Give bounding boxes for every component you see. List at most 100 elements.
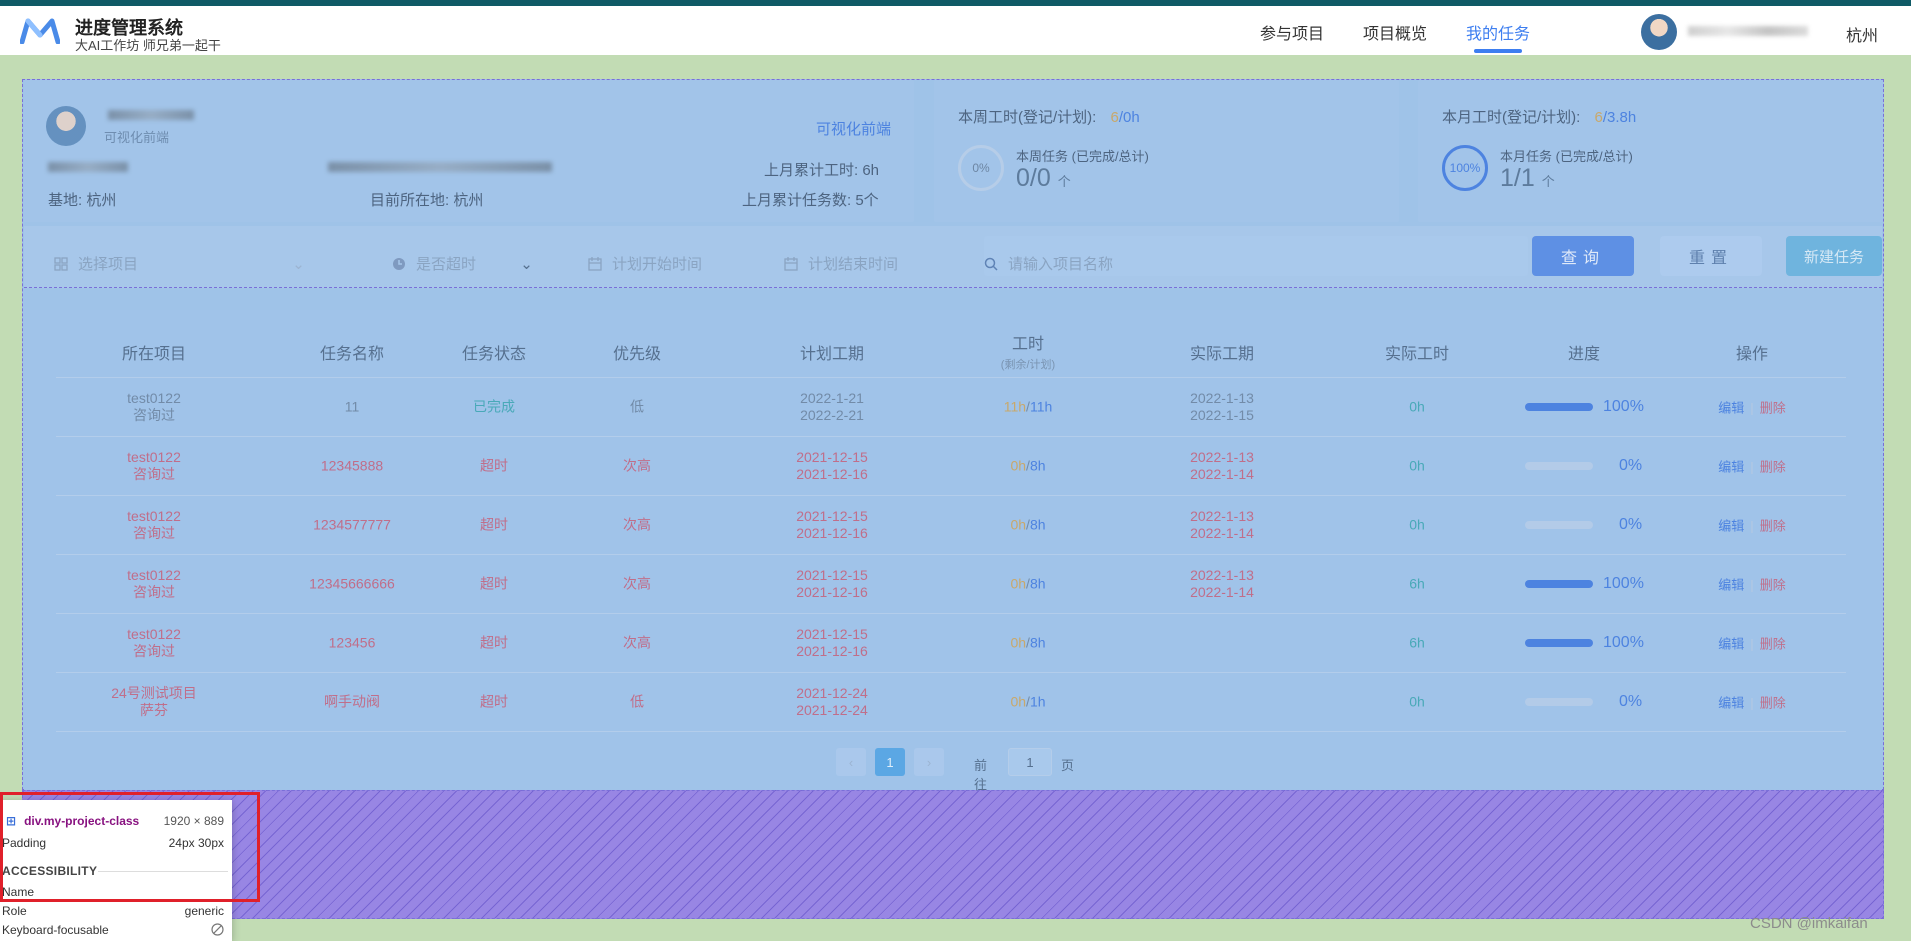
col-header-hours-sub: (剩余/计划) [1000, 359, 1056, 371]
nav-project-overview[interactable]: 项目概览 [1363, 20, 1427, 44]
progress-percent: 0% [1619, 516, 1643, 533]
cell-task-name: 1234577777 [313, 516, 391, 533]
edit-link[interactable]: 编辑 [1718, 519, 1744, 534]
profile-id-blurred [48, 162, 128, 172]
profile-role-link[interactable]: 可视化前端 [816, 118, 891, 139]
cell-hours: 11h/11h [1003, 398, 1053, 415]
cell-project[interactable]: test0122 咨询过 [127, 567, 181, 601]
cell-task-name: 12345888 [320, 457, 384, 474]
cell-project-name: test0122 [127, 390, 181, 406]
reset-button[interactable]: 重置 [1660, 236, 1762, 276]
cell-hours: 0h/8h [1010, 516, 1046, 533]
profile-location-value: 杭州 [453, 192, 484, 209]
nav-my-tasks[interactable]: 我的任务 [1466, 20, 1530, 53]
next-page-button[interactable]: › [914, 748, 944, 776]
cell-project-name: test0122 [127, 567, 181, 583]
cell-hours-plan: 8h [1029, 457, 1046, 474]
search-input[interactable]: 请输入项目名称 [984, 236, 1528, 276]
cell-plan-period: 2021-12-15 2021-12-16 [796, 508, 868, 542]
prev-page-button[interactable]: ‹ [836, 748, 866, 776]
month-tasks-count: 1/1 个 [1500, 164, 1555, 193]
delete-link[interactable]: 删除 [1760, 460, 1786, 475]
cell-hours-plan: 8h [1029, 634, 1046, 651]
week-hours-logged: 6 [1110, 109, 1119, 126]
chevron-down-icon: ⌄ [292, 256, 305, 273]
new-task-button[interactable]: 新建任务 [1786, 236, 1882, 276]
edit-link[interactable]: 编辑 [1718, 637, 1744, 652]
progress-bar [1525, 698, 1593, 706]
cell-plan-end: 2021-12-16 [796, 466, 868, 482]
nav-participating-projects[interactable]: 参与项目 [1260, 20, 1324, 44]
profile-location-label: 目前所在地: [370, 192, 450, 209]
cell-project-name: test0122 [127, 508, 181, 524]
cell-actual-hours: 0h [1409, 398, 1425, 415]
progress-bar-fill [1525, 403, 1593, 411]
page-number[interactable]: 1 [875, 748, 905, 776]
week-tasks-label: 本周任务 (已完成/总计) [1016, 149, 1149, 164]
status-badge: 超时 [480, 634, 508, 651]
cell-project-sub: 咨询过 [133, 525, 175, 541]
last-month-tasks-label: 上月累计任务数: [742, 192, 852, 209]
user-avatar[interactable] [1641, 14, 1677, 50]
edit-link[interactable]: 编辑 [1718, 696, 1744, 711]
overdue-select[interactable]: 是否超时 ⌄ [392, 253, 533, 274]
cell-task-name: 啊手动阀 [324, 693, 380, 710]
delete-link[interactable]: 删除 [1760, 578, 1786, 593]
cell-plan-end: 2021-12-16 [796, 643, 868, 659]
delete-link[interactable]: 删除 [1760, 696, 1786, 711]
cell-plan-start: 2021-12-15 [796, 449, 868, 465]
edit-link[interactable]: 编辑 [1718, 460, 1744, 475]
logo-icon[interactable] [20, 18, 60, 44]
project-select[interactable]: 选择项目 ⌄ [54, 253, 305, 274]
cell-project[interactable]: test0122 咨询过 [127, 449, 181, 483]
edit-link[interactable]: 编辑 [1718, 401, 1744, 416]
cell-project-name: test0122 [127, 449, 181, 465]
cell-hours-plan: 8h [1029, 516, 1046, 533]
cell-project-sub: 咨询过 [133, 466, 175, 482]
app-header: 进度管理系统 大AI工作坊 师兄弟一起干 参与项目 项目概览 我的任务 杭州 [0, 6, 1911, 55]
start-date-picker[interactable]: 计划开始时间 [588, 253, 702, 274]
query-button[interactable]: 查询 [1532, 236, 1634, 276]
goto-page-input[interactable]: 1 [1008, 748, 1052, 776]
cell-hours-remaining: 0h [1010, 457, 1027, 474]
col-header-status: 任务状态 [461, 346, 527, 363]
status-badge: 超时 [480, 516, 508, 533]
cell-project[interactable]: test0122 咨询过 [127, 626, 181, 660]
cell-plan-end: 2021-12-16 [796, 584, 868, 600]
row-divider [56, 731, 1846, 732]
cell-project-sub: 咨询过 [133, 407, 175, 423]
last-month-hours-label: 上月累计工时: [764, 162, 859, 179]
cell-plan-start: 2021-12-15 [796, 626, 868, 642]
col-header-progress: 进度 [1567, 346, 1601, 363]
user-city[interactable]: 杭州 [1846, 22, 1878, 46]
row-actions: 编辑 | 删除 [1718, 459, 1786, 475]
cell-plan-period: 2022-1-21 2022-2-21 [800, 390, 864, 424]
status-badge: 超时 [480, 693, 508, 710]
col-header-actions: 操作 [1735, 346, 1769, 363]
cell-project[interactable]: test0122 咨询过 [127, 508, 181, 542]
search-field: 请输入项目名称 [984, 253, 1113, 274]
cell-plan-period: 2021-12-15 2021-12-16 [796, 449, 868, 483]
edit-link[interactable]: 编辑 [1718, 578, 1744, 593]
cell-project[interactable]: test0122 咨询过 [127, 390, 181, 424]
progress-percent: 0% [1619, 693, 1643, 710]
row-actions: 编辑 | 删除 [1718, 400, 1786, 416]
cell-actual-start: 2022-1-13 [1190, 390, 1254, 406]
end-date-picker[interactable]: 计划结束时间 [784, 253, 898, 274]
cell-project[interactable]: 24号测试项目 萨芬 [111, 685, 197, 719]
cell-plan-end: 2021-12-16 [796, 525, 868, 541]
week-hours-card: 本周工时(登记/计划): 6/0h 0% 本周任务 (已完成/总计) 0/0 个 [934, 80, 1399, 222]
progress-bar [1525, 403, 1593, 411]
week-tasks-value: 0/0 [1016, 164, 1051, 192]
start-date-placeholder: 计划开始时间 [612, 256, 703, 273]
cell-actual-hours: 6h [1409, 634, 1425, 651]
delete-link[interactable]: 删除 [1760, 401, 1786, 416]
delete-link[interactable]: 删除 [1760, 519, 1786, 534]
delete-link[interactable]: 删除 [1760, 637, 1786, 652]
profile-location: 目前所在地: 杭州 [370, 189, 483, 210]
clock-icon [393, 258, 405, 270]
week-tasks-unit: 个 [1057, 174, 1071, 189]
cell-plan-start: 2021-12-15 [796, 567, 868, 583]
progress-bar [1525, 521, 1593, 529]
app-subtitle: 大AI工作坊 师兄弟一起干 [75, 38, 221, 53]
